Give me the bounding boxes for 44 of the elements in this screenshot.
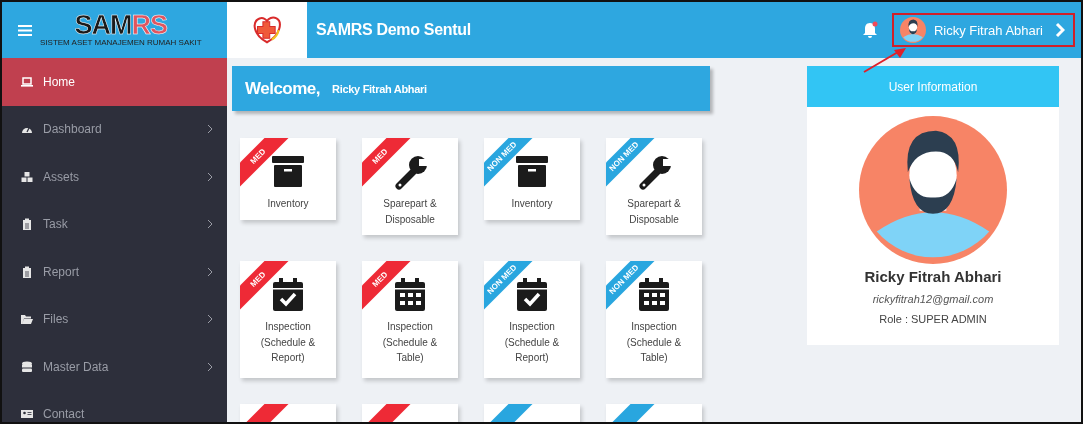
notification-bell-icon[interactable] bbox=[861, 21, 878, 39]
laptop-icon bbox=[21, 75, 33, 88]
welcome-greeting: Welcome, bbox=[245, 78, 321, 99]
sidebar-item[interactable]: Home bbox=[2, 58, 227, 106]
sidebar-item[interactable]: Task bbox=[2, 200, 227, 248]
user-role: Role : SUPER ADMIN bbox=[879, 313, 987, 325]
site-title: SAMRS Demo Sentul bbox=[316, 21, 472, 39]
logo-subtitle: SISTEM ASET MANAJEMEN RUMAH SAKIT bbox=[40, 38, 202, 47]
calendar-grid-icon bbox=[637, 277, 671, 313]
user-name: Ricky Fitrah Abhari bbox=[864, 268, 1002, 285]
cubes-icon bbox=[21, 170, 33, 183]
tile-label: Inspection (Schedule & Table) bbox=[625, 320, 683, 365]
user-email: rickyfitrah12@gmail.com bbox=[872, 293, 994, 305]
sidebar-item[interactable]: Report bbox=[2, 248, 227, 296]
calendar-grid-icon bbox=[393, 277, 427, 313]
chevron-right-icon bbox=[1055, 22, 1065, 38]
tile-label: Sparepart & Disposable bbox=[626, 197, 682, 227]
card-header: User Information bbox=[807, 66, 1059, 107]
calendar-check-icon bbox=[515, 277, 549, 313]
sidebar-item[interactable]: Dashboard bbox=[2, 105, 227, 153]
sidebar-item[interactable]: Files bbox=[2, 295, 227, 343]
clipboard-icon bbox=[21, 265, 33, 278]
welcome-user-name: Ricky Fitrah Abhari bbox=[332, 82, 427, 95]
tile-label: Inspection (Schedule & Report) bbox=[259, 320, 317, 365]
user-menu-button[interactable]: Ricky Fitrah Abhari bbox=[891, 13, 1075, 47]
folder-icon bbox=[21, 313, 33, 326]
logo-text: SAMRS bbox=[74, 13, 168, 37]
avatar-icon bbox=[899, 17, 926, 43]
tile-label: Inventory bbox=[511, 197, 553, 211]
clipboard-icon bbox=[21, 218, 33, 231]
database-icon bbox=[21, 360, 33, 373]
tile-label: Inventory bbox=[267, 197, 309, 211]
wrench-icon bbox=[637, 154, 671, 190]
tile-label: Inspection (Schedule & Table) bbox=[381, 320, 439, 365]
tile-label: Inspection (Schedule & Report) bbox=[503, 320, 561, 365]
tile-label: Sparepart & Disposable bbox=[382, 197, 438, 227]
menu-icon[interactable] bbox=[18, 24, 32, 36]
sidebar-item[interactable]: Contact bbox=[2, 390, 227, 422]
sidebar-item[interactable]: Assets bbox=[2, 153, 227, 201]
sidebar-item[interactable]: Master Data bbox=[2, 343, 227, 391]
wrench-icon bbox=[393, 154, 427, 190]
calendar-check-icon bbox=[271, 277, 305, 313]
archive-box-icon bbox=[271, 154, 305, 190]
archive-box-icon bbox=[515, 154, 549, 190]
